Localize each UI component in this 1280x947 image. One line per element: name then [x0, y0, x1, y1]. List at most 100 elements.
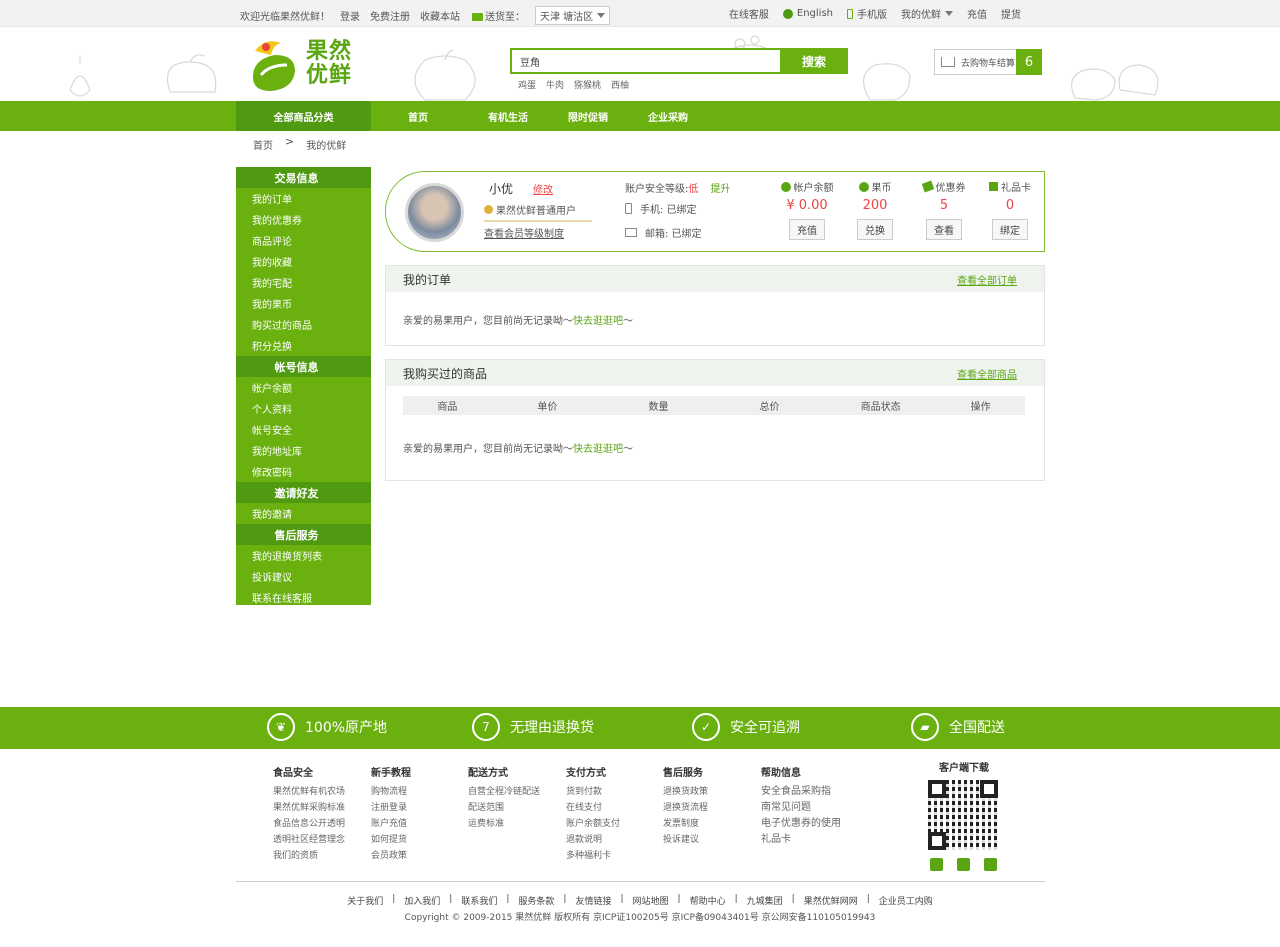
login-link[interactable]: 登录 [340, 8, 360, 23]
footer-link-site[interactable]: 果然优鲜网网 [804, 894, 858, 907]
security-upgrade-link[interactable]: 提升 [710, 184, 730, 195]
footer-link[interactable]: 购物流程 [371, 784, 411, 800]
nav-item-organic[interactable]: 有机生活 [488, 109, 568, 124]
footer-link[interactable]: 退款说明 [566, 832, 620, 848]
footer-link[interactable]: 电子优惠券的使用 [761, 816, 841, 832]
sidebar-item-addresses[interactable]: 我的地址库 [236, 440, 371, 461]
hot-word-link[interactable]: 猕猴桃 [574, 78, 601, 91]
footer-link[interactable]: 货到付款 [566, 784, 620, 800]
cart-button[interactable]: 去购物车结算 6 [934, 49, 1042, 75]
my-account-menu[interactable]: 我的优鲜 [901, 6, 953, 21]
tablet-icon[interactable] [957, 858, 970, 871]
go-shopping-link[interactable]: 快去逛逛吧 [573, 444, 623, 455]
footer-link-terms[interactable]: 服务条款 [518, 894, 554, 907]
sidebar-item-coins[interactable]: 我的果币 [236, 293, 371, 314]
footer-link-join[interactable]: 加入我们 [404, 894, 440, 907]
sidebar-item-security[interactable]: 帐号安全 [236, 419, 371, 440]
hot-word-link[interactable]: 鸡蛋 [518, 78, 536, 91]
sidebar-item-contact-service[interactable]: 联系在线客服 [236, 587, 371, 608]
sidebar-item-points[interactable]: 积分兑换 [236, 335, 371, 356]
footer-link-sitemap[interactable]: 网站地图 [633, 894, 669, 907]
english-link[interactable]: English [797, 8, 833, 19]
view-all-products-link[interactable]: 查看全部商品 [957, 366, 1017, 381]
hot-word-link[interactable]: 西柚 [611, 78, 629, 91]
bind-gift-card-button[interactable]: 绑定 [992, 219, 1028, 240]
footer-link[interactable]: 安全食品采购指 [761, 784, 841, 800]
footer-link[interactable]: 自营全程冷链配送 [468, 784, 540, 800]
footer-link[interactable]: 投诉建议 [663, 832, 708, 848]
footer-link[interactable]: 果然优鲜有机农场 [273, 784, 345, 800]
sidebar-item-home-delivery[interactable]: 我的宅配 [236, 272, 371, 293]
footer-link[interactable]: 如何提货 [371, 832, 411, 848]
footer-link[interactable]: 我们的资质 [273, 848, 345, 864]
sidebar-item-balance[interactable]: 帐户余额 [236, 377, 371, 398]
android-icon[interactable] [984, 858, 997, 871]
sidebar-item-password[interactable]: 修改密码 [236, 461, 371, 482]
footer-link-contact[interactable]: 联系我们 [461, 894, 497, 907]
apple-icon[interactable] [930, 858, 943, 871]
footer-link-help[interactable]: 帮助中心 [690, 894, 726, 907]
footer-link[interactable]: 礼品卡 [761, 832, 841, 848]
mobile-link[interactable]: 手机版 [857, 6, 887, 21]
sidebar-item-favorites[interactable]: 我的收藏 [236, 251, 371, 272]
pickup-link[interactable]: 提货 [1001, 6, 1021, 21]
stat-title: 帐户余额 [793, 183, 834, 194]
search-input[interactable] [510, 48, 780, 74]
footer-link[interactable]: 发票制度 [663, 816, 708, 832]
footer-link-about[interactable]: 关于我们 [347, 894, 383, 907]
footer-link[interactable]: 食品信息公开透明 [273, 816, 345, 832]
footer-link-staff[interactable]: 企业员工内购 [879, 894, 933, 907]
footer-link[interactable]: 配送范围 [468, 800, 540, 816]
nav-item-home[interactable]: 首页 [408, 109, 488, 124]
sidebar-item-my-orders[interactable]: 我的订单 [236, 188, 371, 209]
nav-item-flash-sale[interactable]: 限时促销 [568, 109, 648, 124]
edit-profile-link[interactable]: 修改 [533, 181, 553, 196]
recharge-link[interactable]: 充值 [967, 6, 987, 21]
exchange-button[interactable]: 兑换 [857, 219, 893, 240]
stat-coins: 果币 200 兑换 [845, 179, 905, 240]
sidebar-item-profile[interactable]: 个人资料 [236, 398, 371, 419]
footer-link[interactable]: 透明社区经营理念 [273, 832, 345, 848]
footer-link[interactable]: 南常见问题 [761, 800, 841, 816]
avatar[interactable] [405, 183, 464, 242]
footer-link-friends[interactable]: 友情链接 [575, 894, 611, 907]
footer-link[interactable]: 账户充值 [371, 816, 411, 832]
sidebar-item-purchased[interactable]: 购买过的商品 [236, 314, 371, 335]
nav-item-enterprise[interactable]: 企业采购 [648, 109, 728, 124]
footer-link[interactable]: 在线支付 [566, 800, 620, 816]
footer-link[interactable]: 运费标准 [468, 816, 540, 832]
footer-link[interactable]: 果然优鲜采购标准 [273, 800, 345, 816]
sidebar-item-reviews[interactable]: 商品评论 [236, 230, 371, 251]
medal-icon [484, 205, 493, 214]
stat-title: 优惠券 [935, 183, 966, 194]
footer-column-title: 新手教程 [371, 768, 411, 779]
footer-link[interactable]: 退换货政策 [663, 784, 708, 800]
breadcrumb-home[interactable]: 首页 [253, 137, 273, 152]
footer-link-group[interactable]: 九城集团 [747, 894, 783, 907]
hot-word-link[interactable]: 牛肉 [546, 78, 564, 91]
column-header: 商品 [437, 402, 458, 413]
search-button[interactable]: 搜索 [780, 48, 848, 74]
go-shopping-link[interactable]: 快去逛逛吧 [573, 316, 623, 327]
sidebar-section-title: 帐号信息 [236, 356, 371, 377]
view-coupons-button[interactable]: 查看 [926, 219, 962, 240]
online-service-link[interactable]: 在线客服 [729, 6, 769, 21]
footer-link[interactable]: 多种福利卡 [566, 848, 620, 864]
sidebar-item-returns[interactable]: 我的退换货列表 [236, 545, 371, 566]
sidebar-item-invitations[interactable]: 我的邀请 [236, 503, 371, 524]
sidebar-item-complaints[interactable]: 投诉建议 [236, 566, 371, 587]
all-categories-button[interactable]: 全部商品分类 [236, 101, 371, 131]
footer-link[interactable]: 注册登录 [371, 800, 411, 816]
view-all-orders-link[interactable]: 查看全部订单 [957, 272, 1017, 287]
city-select[interactable]: 天津 塘沽区 [535, 6, 611, 25]
sidebar-item-my-coupons[interactable]: 我的优惠券 [236, 209, 371, 230]
footer-link[interactable]: 账户余额支付 [566, 816, 620, 832]
bookmark-link[interactable]: 收藏本站 [420, 8, 460, 23]
member-level-link[interactable]: 查看会员等级制度 [484, 225, 564, 240]
footer-link[interactable]: 退换货流程 [663, 800, 708, 816]
empty-message: 亲爱的易果用户，您目前尚无记录呦～快去逛逛吧～ [403, 316, 633, 327]
register-link[interactable]: 免费注册 [370, 8, 410, 23]
logo-text: 果然 优鲜 [306, 39, 353, 88]
footer-link[interactable]: 会员政策 [371, 848, 411, 864]
recharge-button[interactable]: 充值 [789, 219, 825, 240]
